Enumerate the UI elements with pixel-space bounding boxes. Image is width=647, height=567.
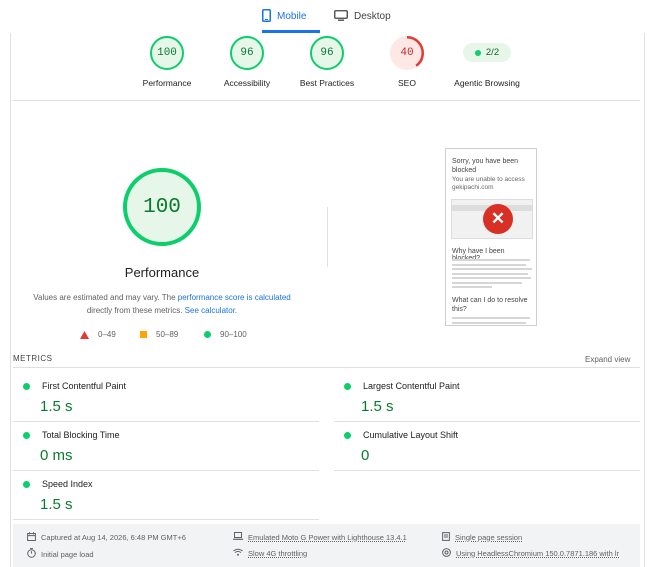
final-screenshot[interactable]: Sorry, you have been blocked You are una… [445,148,537,326]
metric-lcp-value: 1.5 s [361,398,394,415]
legend-fail-range: 0–49 [98,330,116,339]
wifi-icon [233,548,243,558]
performance-score: 100 [157,47,177,59]
accessibility-category-label[interactable]: Accessibility [202,78,292,88]
metric-tbt: Total Blocking Time [23,430,120,440]
tab-mobile-label: Mobile [277,11,307,22]
legend-pass-range: 90–100 [220,330,247,339]
pass-dot-icon [23,480,30,488]
page-load-type: Initial page load [27,548,94,560]
agentic-browsing-category-label[interactable]: Agentic Browsing [442,78,532,88]
agentic-browsing-badge[interactable]: 2/2 [463,43,511,62]
emulated-device-text: Emulated Moto G Power with Lighthouse 13… [248,532,407,542]
network-throttling[interactable]: Slow 4G throttling [233,548,307,558]
performance-gauge[interactable]: 100 [150,36,184,70]
thumbnail-heading: Sorry, you have been blocked [452,158,519,174]
emulated-device[interactable]: Emulated Moto G Power with Lighthouse 13… [233,532,407,542]
captured-at-text: Captured at Aug 14, 2026, 6:48 PM GMT+6 [41,533,186,542]
tab-desktop-label: Desktop [354,11,391,22]
metric-fcp-label: First Contentful Paint [42,381,127,391]
thumbnail-what-heading: What can I do to resolve this? [452,297,528,313]
metrics-divider [13,367,640,368]
captured-at: Captured at Aug 14, 2026, 6:48 PM GMT+6 [27,532,186,543]
performance-title: Performance [124,265,200,280]
metric-lcp: Largest Contentful Paint [344,381,460,391]
metric-fcp-value: 1.5 s [40,398,73,415]
calendar-icon [27,532,36,543]
divider [13,100,640,101]
metric-lcp-label: Largest Contentful Paint [363,381,460,391]
best-practices-category-label[interactable]: Best Practices [282,78,372,88]
performance-note: Values are estimated and may vary. The p… [28,291,296,317]
expand-view-toggle[interactable]: Expand view [585,355,630,364]
thumbnail-text-lines [452,259,532,291]
circle-icon [204,331,211,338]
browser-version[interactable]: Using HeadlessChromium 150.0.7871.186 wi… [442,548,619,559]
tab-mobile[interactable]: Mobile [262,0,306,33]
metric-cls-value: 0 [361,447,370,464]
metric-cls: Cumulative Layout Shift [344,430,458,440]
note-text: Values are estimated and may vary. The [33,293,178,302]
network-throttling-text: Slow 4G throttling [248,548,308,558]
seo-gauge[interactable]: 40 [389,35,424,70]
thumbnail-subheading: You are unable to access gekipachi.com [452,176,525,191]
metric-divider [13,421,319,422]
performance-big-score: 100 [143,195,181,219]
page-load-type-text: Initial page load [41,549,94,559]
error-x-icon: ✕ [483,204,513,234]
chrome-icon [442,548,451,559]
metric-divider [13,519,319,520]
pass-dot-icon [23,431,30,439]
metrics-heading: METRICS [13,354,53,363]
session-type-text: Single page session [455,533,523,542]
metric-divider [334,421,640,422]
laptop-icon [233,532,243,542]
metric-si-label: Speed Index [42,479,93,489]
runtime-settings [13,524,640,567]
session-type[interactable]: Single page session [442,532,522,543]
legend-pass: 90–100 [204,330,247,339]
tab-desktop[interactable]: Desktop [334,0,391,33]
best-practices-score: 96 [320,47,334,59]
browser-version-text: Using HeadlessChromium 150.0.7871.186 wi… [456,549,620,558]
note-text: . [234,306,238,315]
pass-dot-icon [23,382,30,390]
metric-cls-label: Cumulative Layout Shift [363,430,459,440]
accessibility-score: 96 [240,47,254,59]
legend-average: 50–89 [140,330,178,339]
pass-dot-icon [474,49,481,56]
pass-dot-icon [344,382,351,390]
metric-tbt-value: 0 ms [40,447,73,464]
performance-score-link[interactable]: performance score is calculated [178,293,291,302]
best-practices-gauge[interactable]: 96 [310,36,344,70]
metric-si-value: 1.5 s [40,496,73,513]
phone-icon [262,8,271,25]
pass-dot-icon [344,431,351,439]
legend-fail: 0–49 [80,330,116,339]
performance-big-gauge: 100 [123,168,201,246]
thumbnail-text-lines [452,317,532,325]
seo-category-label[interactable]: SEO [362,78,452,88]
seo-gauge-arc [389,35,424,70]
triangle-icon [80,330,89,339]
document-icon [442,532,450,543]
metric-tbt-label: Total Blocking Time [42,430,120,440]
performance-category-label[interactable]: Performance [122,78,212,88]
metric-divider [13,470,319,471]
legend-average-range: 50–89 [156,330,179,339]
metric-divider [334,470,640,471]
desktop-icon [334,9,348,24]
metric-fcp: First Contentful Paint [23,381,126,391]
metric-si: Speed Index [23,479,93,489]
agentic-browsing-score: 2/2 [485,47,500,58]
see-calculator-link[interactable]: See calculator [185,306,235,315]
note-text: directly from these metrics. [86,306,185,315]
square-icon [140,331,147,338]
accessibility-gauge[interactable]: 96 [230,36,264,70]
thumbnail-browser-graphic: ✕ [451,199,533,239]
timer-icon [27,548,36,560]
vertical-divider [327,207,328,267]
